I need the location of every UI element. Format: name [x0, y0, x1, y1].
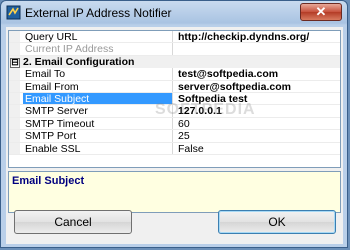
cancel-button[interactable]: Cancel [14, 210, 132, 234]
description-panel: Email Subject [8, 171, 341, 213]
category-email-configuration[interactable]: ⊟ 2. Email Configuration [9, 55, 340, 69]
property-value[interactable]: 127.0.0.1 [175, 105, 340, 117]
dialog-client-area: Query URL http://checkip.dyndns.org/ Cur… [6, 27, 343, 244]
close-icon: ✕ [315, 4, 327, 19]
app-window: External IP Address Notifier ✕ Query URL… [0, 0, 348, 248]
property-value[interactable]: False [175, 143, 340, 155]
property-name: Email Subject [23, 92, 173, 105]
category-label: 2. Email Configuration [23, 55, 135, 68]
title-bar[interactable]: External IP Address Notifier ✕ [1, 1, 347, 25]
property-row-smtp-server[interactable]: SMTP Server 127.0.0.1 [9, 105, 340, 118]
property-row-query-url[interactable]: Query URL http://checkip.dyndns.org/ [9, 31, 340, 44]
property-name: Enable SSL [23, 142, 173, 155]
property-row-email-subject[interactable]: Email Subject Softpedia test [9, 92, 340, 106]
property-row-current-ip[interactable]: Current IP Address [9, 43, 340, 56]
property-name: SMTP Server [23, 105, 173, 117]
network-icon [6, 5, 21, 20]
collapse-icon[interactable]: ⊟ [10, 57, 20, 68]
property-name: SMTP Port [23, 130, 173, 142]
property-name: Current IP Address [23, 43, 173, 55]
window-title: External IP Address Notifier [25, 6, 172, 20]
property-row-smtp-timeout[interactable]: SMTP Timeout 60 [9, 117, 340, 131]
property-value[interactable]: 25 [175, 130, 340, 142]
property-value[interactable]: server@softpedia.com [175, 81, 340, 93]
property-row-smtp-port[interactable]: SMTP Port 25 [9, 130, 340, 143]
property-value[interactable]: Softpedia test [175, 93, 340, 105]
property-value [175, 43, 340, 54]
property-row-enable-ssl[interactable]: Enable SSL False [9, 142, 340, 155]
property-value[interactable]: test@softpedia.com [175, 68, 340, 80]
property-row-email-to[interactable]: Email To test@softpedia.com [9, 68, 340, 81]
close-button[interactable]: ✕ [300, 3, 342, 21]
property-value[interactable]: http://checkip.dyndns.org/ [175, 31, 340, 43]
description-title: Email Subject [12, 175, 85, 187]
ok-button[interactable]: OK [218, 210, 336, 234]
property-value[interactable]: 60 [175, 118, 340, 130]
property-grid[interactable]: Query URL http://checkip.dyndns.org/ Cur… [8, 30, 341, 168]
property-name: Query URL [23, 31, 173, 43]
property-row-email-from[interactable]: Email From server@softpedia.com [9, 80, 340, 93]
property-name: SMTP Timeout [23, 117, 173, 130]
property-name: Email From [23, 80, 173, 93]
property-name: Email To [23, 68, 173, 80]
